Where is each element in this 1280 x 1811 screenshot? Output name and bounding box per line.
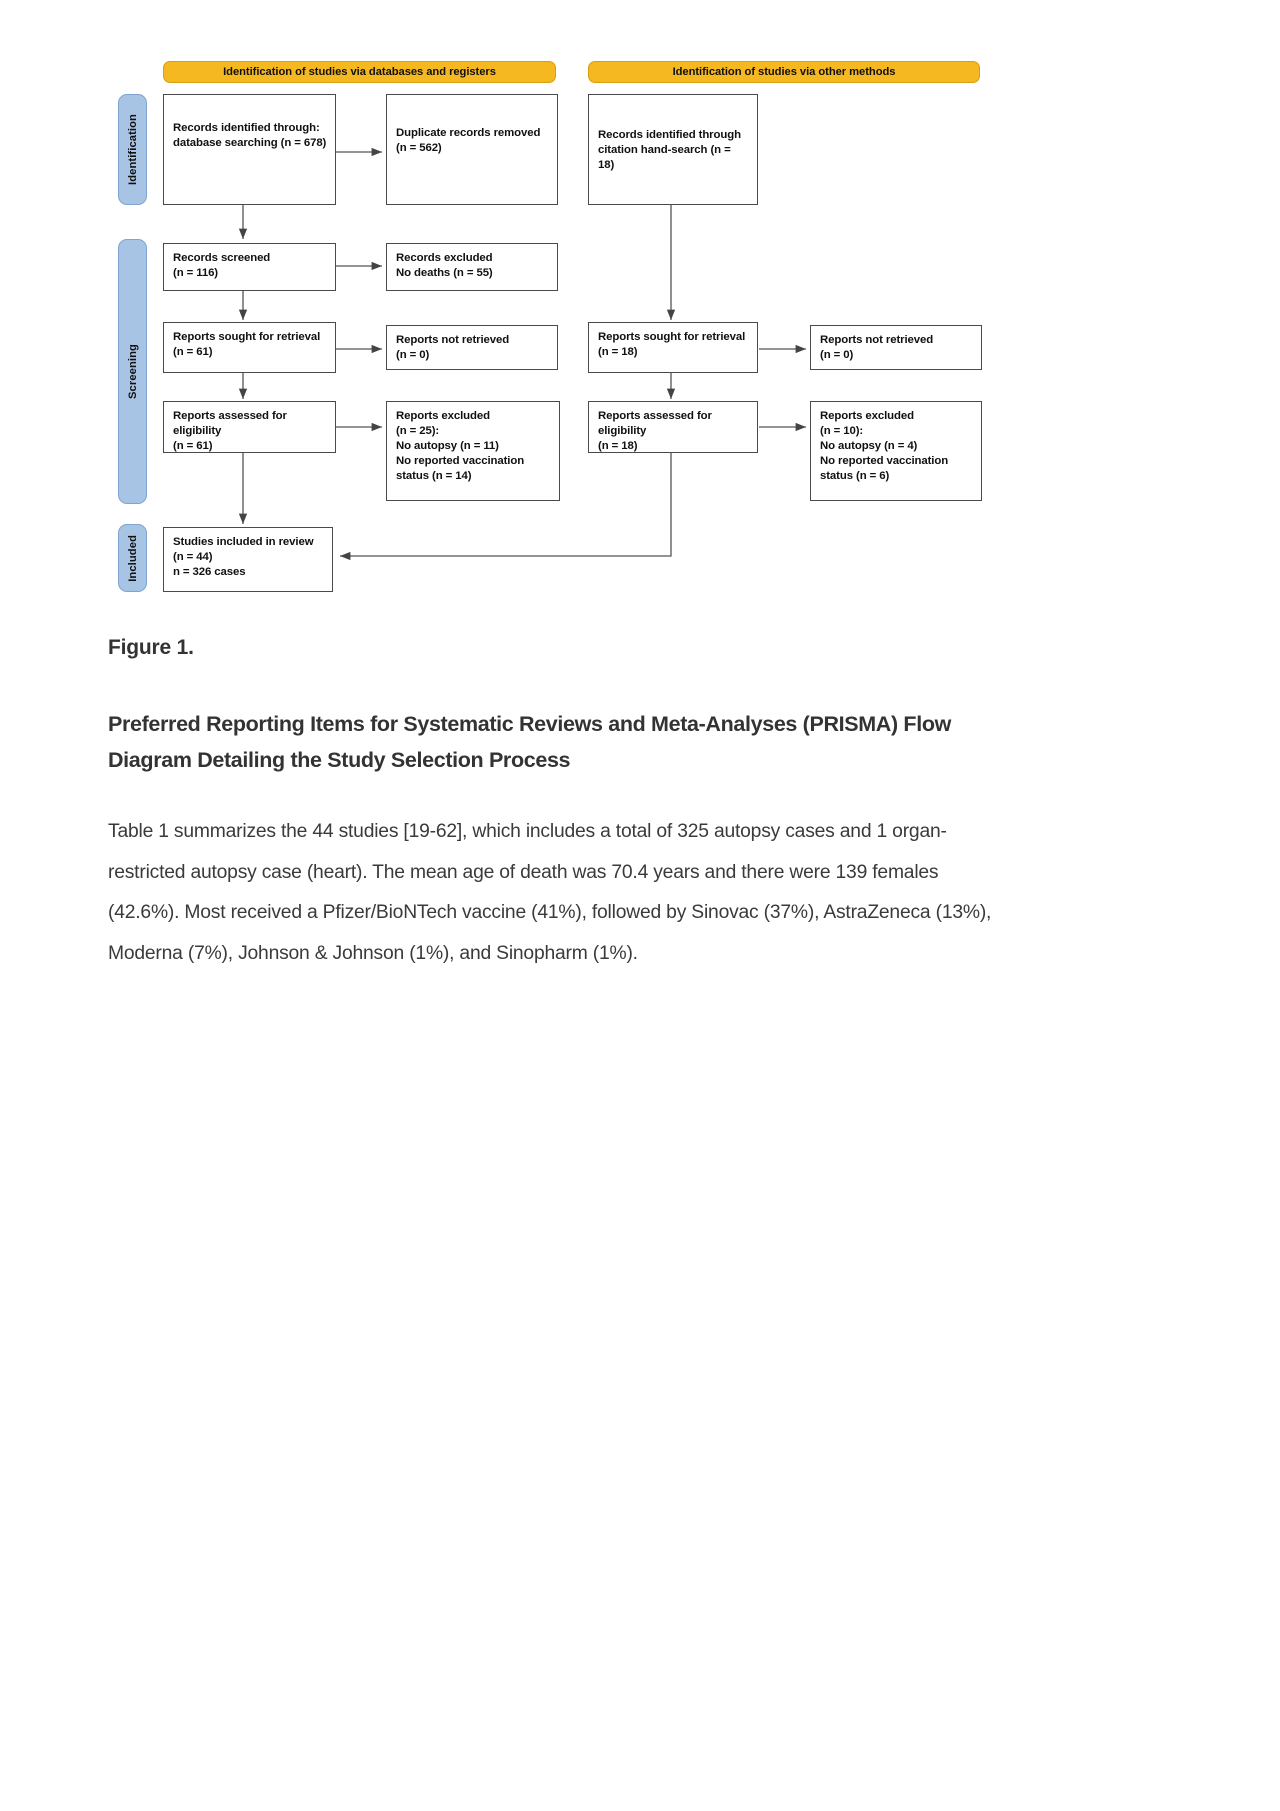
- box-records-identified-citation: Records identified through citation hand…: [588, 94, 758, 205]
- box-records-identified-database: Records identified through: database sea…: [163, 94, 336, 205]
- header-other-methods: Identification of studies via other meth…: [588, 61, 980, 83]
- prisma-flow-diagram: Identification of studies via databases …: [0, 0, 1280, 620]
- body-paragraph: Table 1 summarizes the 44 studies [19-62…: [108, 821, 992, 964]
- box-records-screened: Records screened (n = 116): [163, 243, 336, 291]
- body-text: Table 1 summarizes the 44 studies [19-62…: [108, 812, 1008, 974]
- box-duplicate-records-removed: Duplicate records removed (n = 562): [386, 94, 558, 205]
- figure-title: Preferred Reporting Items for Systematic…: [108, 712, 951, 773]
- box-reports-not-retrieved-right: Reports not retrieved (n = 0): [810, 325, 982, 370]
- box-reports-sought-left: Reports sought for retrieval (n = 61): [163, 322, 336, 373]
- box-reports-excluded-right: Reports excluded (n = 10): No autopsy (n…: [810, 401, 982, 501]
- stage-label-identification: Identification: [118, 94, 147, 205]
- stage-label-screening: Screening: [118, 239, 147, 504]
- box-reports-not-retrieved-left: Reports not retrieved (n = 0): [386, 325, 558, 370]
- box-reports-assessed-left: Reports assessed for eligibility (n = 61…: [163, 401, 336, 453]
- box-studies-included: Studies included in review (n = 44) n = …: [163, 527, 333, 592]
- box-reports-excluded-left: Reports excluded (n = 25): No autopsy (n…: [386, 401, 560, 501]
- figure-label: Figure 1.: [108, 636, 194, 659]
- stage-label-included: Included: [118, 524, 147, 592]
- box-reports-sought-right: Reports sought for retrieval (n = 18): [588, 322, 758, 373]
- header-databases-registers: Identification of studies via databases …: [163, 61, 556, 83]
- box-reports-assessed-right: Reports assessed for eligibility (n = 18…: [588, 401, 758, 453]
- document-page: Identification of studies via databases …: [0, 0, 1280, 1811]
- box-records-excluded: Records excluded No deaths (n = 55): [386, 243, 558, 291]
